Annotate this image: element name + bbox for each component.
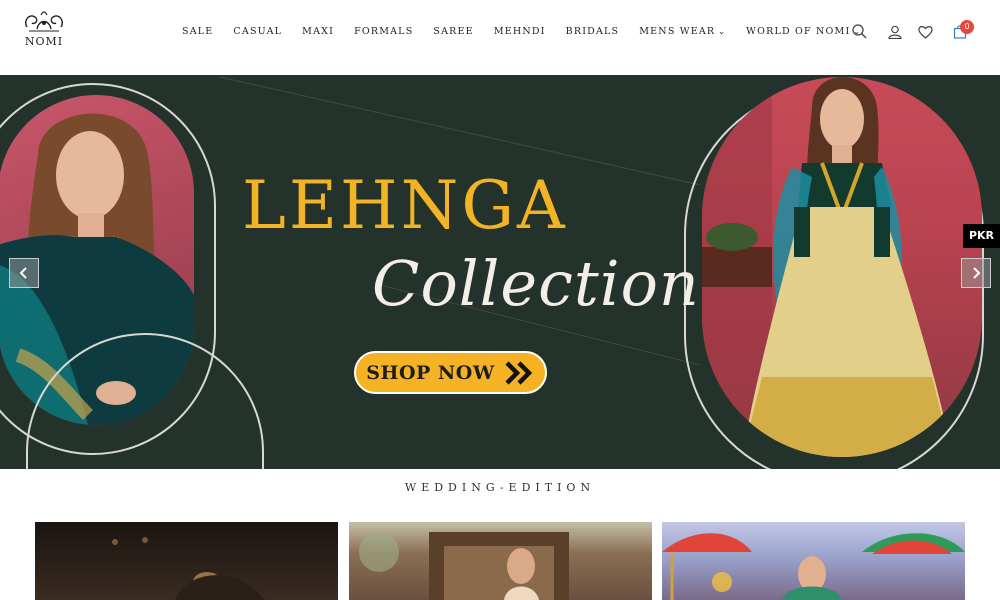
nav-item-maxi[interactable]: MAXI <box>302 24 334 38</box>
nav-label: SALE <box>182 25 214 37</box>
wedding-card-2[interactable] <box>349 522 652 600</box>
site-header: NOMI SALE CASUAL MAXI FORMALS SAREE MEHN… <box>0 0 1000 75</box>
logo-emblem-icon <box>25 11 63 32</box>
heart-icon[interactable] <box>918 25 934 41</box>
chevron-right-icon <box>973 267 981 279</box>
wedding-card-3[interactable] <box>662 522 965 600</box>
double-chevron-right-icon <box>505 360 532 385</box>
nomi-logo[interactable]: NOMI <box>20 9 68 53</box>
section-title: WEDDING-EDITION <box>404 481 596 494</box>
nav-label: MAXI <box>302 25 335 37</box>
nav-item-sale[interactable]: SALE <box>182 24 213 38</box>
hero-script-title: Collection <box>372 247 700 320</box>
search-icon[interactable] <box>852 24 868 40</box>
nav-item-world-of-nomi[interactable]: WORLD OF NOMI ⌄ <box>746 24 861 38</box>
main-nav: SALE CASUAL MAXI FORMALS SAREE MEHNDI BR… <box>182 24 881 38</box>
logo-text: NOMI <box>24 35 64 48</box>
user-icon[interactable] <box>888 25 904 41</box>
nav-item-mens-wear[interactable]: MENS WEAR ⌄ <box>639 24 726 38</box>
nav-label: BRIDALS <box>565 25 620 37</box>
nav-label: MENS WEAR <box>639 25 716 37</box>
nav-item-saree[interactable]: SAREE <box>433 24 473 38</box>
chevron-left-icon <box>19 267 27 279</box>
nav-item-bridals[interactable]: BRIDALS <box>566 24 620 38</box>
currency-selector[interactable]: PKR <box>963 224 1000 248</box>
slider-next-button[interactable] <box>961 258 991 288</box>
model-photo-right <box>702 77 982 457</box>
hero-banner[interactable]: LEHNGA Collection SHOP NOW PKR <box>0 75 1000 469</box>
shop-now-button[interactable]: SHOP NOW <box>354 351 547 394</box>
nav-label: CASUAL <box>233 25 283 37</box>
nav-label: WORLD OF NOMI <box>746 25 851 37</box>
nav-label: MEHNDI <box>493 25 546 37</box>
nav-item-mehndi[interactable]: MEHNDI <box>494 24 546 38</box>
nav-label: SAREE <box>433 25 474 37</box>
hero-headline: LEHNGA <box>242 167 568 244</box>
chevron-down-icon: ⌄ <box>718 26 727 36</box>
wedding-card-1[interactable] <box>35 522 338 600</box>
nav-item-formals[interactable]: FORMALS <box>354 24 413 38</box>
cart-count-badge: 0 <box>960 20 974 34</box>
slider-prev-button[interactable] <box>9 258 39 288</box>
shop-now-label: SHOP NOW <box>366 361 495 384</box>
nav-label: FORMALS <box>354 25 414 37</box>
nav-item-casual[interactable]: CASUAL <box>233 24 282 38</box>
